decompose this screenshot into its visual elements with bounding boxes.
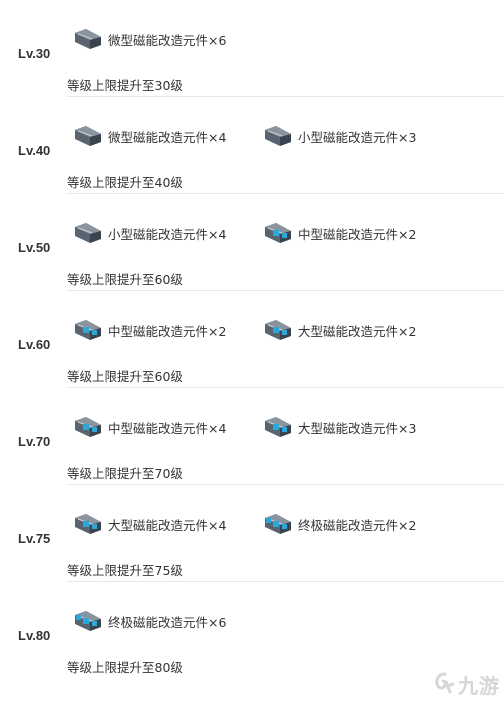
material-list: 中型磁能改造元件×4 大型磁能改造元件×3 [72, 414, 416, 440]
level-row: Lv.60 中型磁能改造元件×2 大型磁能改造元件×2 等级上限提升至60级 [0, 291, 504, 388]
level-row: Lv.70 中型磁能改造元件×4 大型磁能改造元件×3 等级上限提升至70级 [0, 388, 504, 485]
material-list: 微型磁能改造元件×4 小型磁能改造元件×3 [72, 123, 416, 149]
material-item: 中型磁能改造元件×2 [72, 317, 226, 343]
small-magnet-part-icon [262, 124, 294, 148]
level-cap-description: 等级上限提升至40级 [67, 175, 183, 190]
large-magnet-part-icon [262, 318, 294, 342]
material-item: 大型磁能改造元件×2 [262, 317, 416, 343]
material-item: 中型磁能改造元件×4 [72, 414, 226, 440]
material-item: 终极磁能改造元件×2 [262, 511, 416, 537]
level-label: Lv.80 [18, 628, 51, 643]
level-cap-description: 等级上限提升至60级 [67, 369, 183, 384]
material-label: 终极磁能改造元件×2 [298, 517, 417, 533]
medium-magnet-part-icon [262, 221, 294, 245]
micro-magnet-part-icon [72, 124, 104, 148]
material-label: 大型磁能改造元件×4 [108, 517, 227, 533]
material-label: 中型磁能改造元件×2 [108, 323, 227, 339]
material-item: 终极磁能改造元件×6 [72, 608, 226, 634]
level-row: Lv.30 微型磁能改造元件×6 等级上限提升至30级 [0, 0, 504, 97]
material-label: 大型磁能改造元件×3 [298, 420, 417, 436]
material-item: 微型磁能改造元件×4 [72, 123, 226, 149]
material-list: 终极磁能改造元件×6 [72, 608, 226, 634]
material-list: 大型磁能改造元件×4 终极磁能改造元件×2 [72, 511, 416, 537]
medium-magnet-part-icon [72, 318, 104, 342]
level-label: Lv.40 [18, 143, 51, 158]
material-list: 小型磁能改造元件×4 中型磁能改造元件×2 [72, 220, 416, 246]
level-cap-description: 等级上限提升至75级 [67, 563, 183, 578]
material-item: 大型磁能改造元件×3 [262, 414, 416, 440]
large-magnet-part-icon [72, 512, 104, 536]
material-label: 小型磁能改造元件×4 [108, 226, 227, 242]
material-item: 小型磁能改造元件×3 [262, 123, 416, 149]
material-list: 微型磁能改造元件×6 [72, 26, 226, 52]
level-label: Lv.75 [18, 531, 51, 546]
material-item: 大型磁能改造元件×4 [72, 511, 226, 537]
material-label: 大型磁能改造元件×2 [298, 323, 417, 339]
material-label: 微型磁能改造元件×6 [108, 32, 227, 48]
level-cap-description: 等级上限提升至30级 [67, 78, 183, 93]
watermark-text: 九游 [458, 673, 500, 698]
small-magnet-part-icon [72, 221, 104, 245]
watermark: 九游 [434, 670, 500, 698]
jiuyou-logo-icon [435, 672, 455, 694]
ultimate-magnet-part-icon [262, 512, 294, 536]
material-label: 中型磁能改造元件×4 [108, 420, 227, 436]
ultimate-magnet-part-icon [72, 609, 104, 633]
level-cap-description: 等级上限提升至60级 [67, 272, 183, 287]
material-item: 中型磁能改造元件×2 [262, 220, 416, 246]
level-row: Lv.75 大型磁能改造元件×4 终极磁能改造元件×2 等级上限提升至75级 [0, 485, 504, 582]
material-label: 小型磁能改造元件×3 [298, 129, 417, 145]
material-item: 小型磁能改造元件×4 [72, 220, 226, 246]
material-item: 微型磁能改造元件×6 [72, 26, 226, 52]
level-label: Lv.60 [18, 337, 51, 352]
material-label: 微型磁能改造元件×4 [108, 129, 227, 145]
level-cap-description: 等级上限提升至70级 [67, 466, 183, 481]
level-label: Lv.30 [18, 46, 51, 61]
level-row: Lv.80 终极磁能改造元件×6 等级上限提升至80级 [0, 582, 504, 679]
level-cap-description: 等级上限提升至80级 [67, 660, 183, 675]
material-label: 终极磁能改造元件×6 [108, 614, 227, 630]
medium-magnet-part-icon [72, 415, 104, 439]
level-label: Lv.70 [18, 434, 51, 449]
level-row: Lv.50 小型磁能改造元件×4 中型磁能改造元件×2 等级上限提升至60级 [0, 194, 504, 291]
micro-magnet-part-icon [72, 27, 104, 51]
material-label: 中型磁能改造元件×2 [298, 226, 417, 242]
level-row: Lv.40 微型磁能改造元件×4 小型磁能改造元件×3 等级上限提升至40级 [0, 97, 504, 194]
large-magnet-part-icon [262, 415, 294, 439]
material-list: 中型磁能改造元件×2 大型磁能改造元件×2 [72, 317, 416, 343]
level-label: Lv.50 [18, 240, 51, 255]
